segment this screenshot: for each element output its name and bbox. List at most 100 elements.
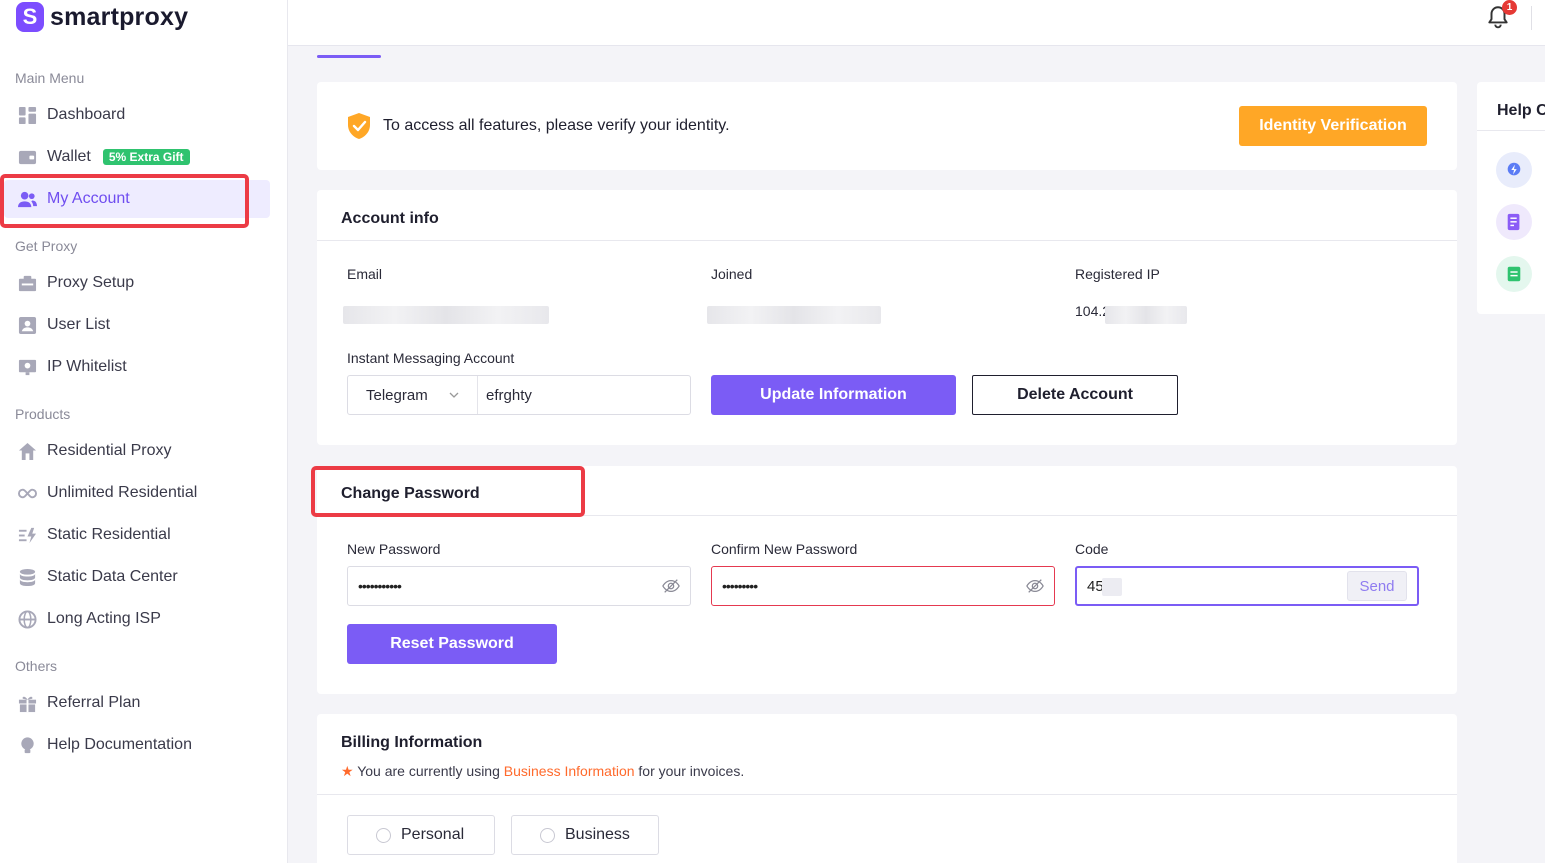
database-icon (18, 568, 37, 587)
section-products: Products (15, 406, 71, 422)
section-get-proxy: Get Proxy (15, 238, 78, 254)
billing-type-business[interactable]: Business (511, 815, 659, 855)
billing-note-prefix: You are currently using (357, 763, 500, 779)
sidebar-item-referral-plan[interactable]: Referral Plan (4, 684, 270, 722)
ip-value-redacted (1105, 306, 1187, 324)
send-code-button[interactable]: Send (1347, 571, 1407, 601)
sidebar-item-user-list[interactable]: User List (4, 306, 270, 344)
wallet-icon (18, 148, 37, 167)
billing-option-label: Business (565, 826, 630, 843)
sidebar-item-help-documentation[interactable]: Help Documentation (4, 726, 270, 764)
help-idea-icon[interactable] (1496, 152, 1532, 188)
im-account-label: Instant Messaging Account (347, 350, 515, 366)
code-label: Code (1075, 541, 1109, 557)
brand-name: smartproxy (50, 2, 189, 31)
account-info-title: Account info (341, 210, 439, 227)
confirm-password-label: Confirm New Password (711, 541, 858, 557)
billing-information-card: Billing Information ★ You are currently … (317, 714, 1457, 863)
extra-gift-badge: 5% Extra Gift (102, 149, 190, 165)
billing-note-suffix: for your invoices. (638, 763, 745, 779)
sidebar-item-proxy-setup[interactable]: Proxy Setup (4, 264, 270, 302)
help-center-panel: Help Center (1477, 82, 1545, 314)
users-icon (18, 190, 37, 209)
infinity-icon (18, 484, 37, 503)
confirm-password-value: ••••••••• (722, 578, 758, 594)
email-label: Email (347, 266, 383, 282)
identity-verify-banner: To access all features, please verify yo… (317, 82, 1457, 170)
sidebar-item-dashboard[interactable]: Dashboard (4, 96, 270, 134)
top-bar: 1 (288, 0, 1545, 46)
notification-count-badge: 1 (1502, 0, 1517, 15)
confirm-password-field[interactable]: ••••••••• (711, 566, 1055, 606)
sidebar-item-label: Help Documentation (47, 736, 192, 753)
new-password-label: New Password (347, 541, 441, 557)
shield-check-icon (348, 113, 370, 139)
reset-password-button[interactable]: Reset Password (347, 624, 557, 664)
globe-icon (18, 609, 37, 629)
billing-note: ★ You are currently using Business Infor… (341, 763, 744, 780)
card-divider (317, 515, 1457, 516)
sidebar-item-label: Unlimited Residential (47, 484, 198, 501)
business-information-link[interactable]: Business Information (504, 763, 635, 779)
im-account-field: Telegram (347, 375, 691, 415)
help-document-icon[interactable] (1496, 204, 1532, 240)
star-icon: ★ (341, 763, 354, 779)
brand-logo[interactable]: S smartproxy (16, 0, 188, 34)
home-icon (18, 442, 37, 461)
sidebar-item-label: Wallet (47, 148, 91, 165)
active-tab-indicator (317, 55, 381, 58)
update-information-button[interactable]: Update Information (711, 375, 956, 415)
sidebar-item-label: User List (47, 316, 111, 333)
help-divider (1477, 130, 1545, 131)
code-value-redacted (1102, 578, 1122, 596)
user-list-icon (18, 316, 37, 335)
new-password-value: ••••••••••• (358, 578, 402, 594)
static-residential-icon (18, 526, 37, 545)
topbar-divider (1531, 6, 1532, 30)
smartproxy-logo-icon: S (16, 2, 44, 32)
chevron-down-icon (449, 392, 459, 398)
card-divider (317, 794, 1457, 795)
sidebar: S smartproxy Main Menu Dashboard Wallet … (0, 0, 288, 863)
new-password-field[interactable]: ••••••••••• (347, 566, 691, 606)
sidebar-item-label: Long Acting ISP (47, 610, 161, 627)
billing-type-personal[interactable]: Personal (347, 815, 495, 855)
sidebar-item-label: My Account (47, 190, 130, 207)
sidebar-item-static-data-center[interactable]: Static Data Center (4, 558, 270, 596)
im-type-select[interactable]: Telegram (348, 376, 478, 414)
sidebar-item-ip-whitelist[interactable]: IP Whitelist (4, 348, 270, 386)
section-main-menu: Main Menu (15, 70, 85, 86)
sidebar-item-label: Static Data Center (47, 568, 178, 585)
card-divider (317, 240, 1457, 241)
eye-off-icon[interactable] (1026, 577, 1044, 595)
delete-account-button[interactable]: Delete Account (972, 375, 1178, 415)
lightbulb-icon (18, 736, 37, 755)
whitelist-icon (18, 358, 37, 377)
radio-icon (540, 827, 555, 843)
sidebar-item-label: Dashboard (47, 106, 126, 123)
identity-verification-button[interactable]: Identity Verification (1239, 106, 1427, 146)
gift-icon (18, 694, 37, 713)
sidebar-item-label: IP Whitelist (47, 358, 127, 375)
eye-off-icon[interactable] (662, 577, 680, 595)
sidebar-item-long-acting-isp[interactable]: Long Acting ISP (4, 600, 270, 638)
joined-value-redacted (707, 306, 881, 324)
sidebar-item-label: Proxy Setup (47, 274, 135, 291)
code-value: 45 (1087, 577, 1104, 595)
sidebar-item-label: Residential Proxy (47, 442, 172, 459)
sidebar-item-label: Static Residential (47, 526, 171, 543)
sidebar-item-my-account[interactable]: My Account (4, 180, 270, 218)
sidebar-item-static-residential[interactable]: Static Residential (4, 516, 270, 554)
email-value-redacted (343, 306, 549, 324)
code-field[interactable]: 45 Send (1075, 566, 1419, 606)
sidebar-item-residential-proxy[interactable]: Residential Proxy (4, 432, 270, 470)
help-center-title: Help Center (1497, 102, 1545, 119)
sidebar-item-unlimited-residential[interactable]: Unlimited Residential (4, 474, 270, 512)
im-account-input[interactable] (478, 376, 690, 414)
account-info-card: Account info Email Joined Registered IP … (317, 190, 1457, 445)
sidebar-item-wallet[interactable]: Wallet 5% Extra Gift (4, 138, 270, 176)
change-password-card: Change Password New Password •••••••••••… (317, 466, 1457, 694)
help-notes-icon[interactable] (1496, 256, 1532, 292)
verify-message: To access all features, please verify yo… (383, 117, 730, 134)
billing-option-label: Personal (401, 826, 465, 843)
